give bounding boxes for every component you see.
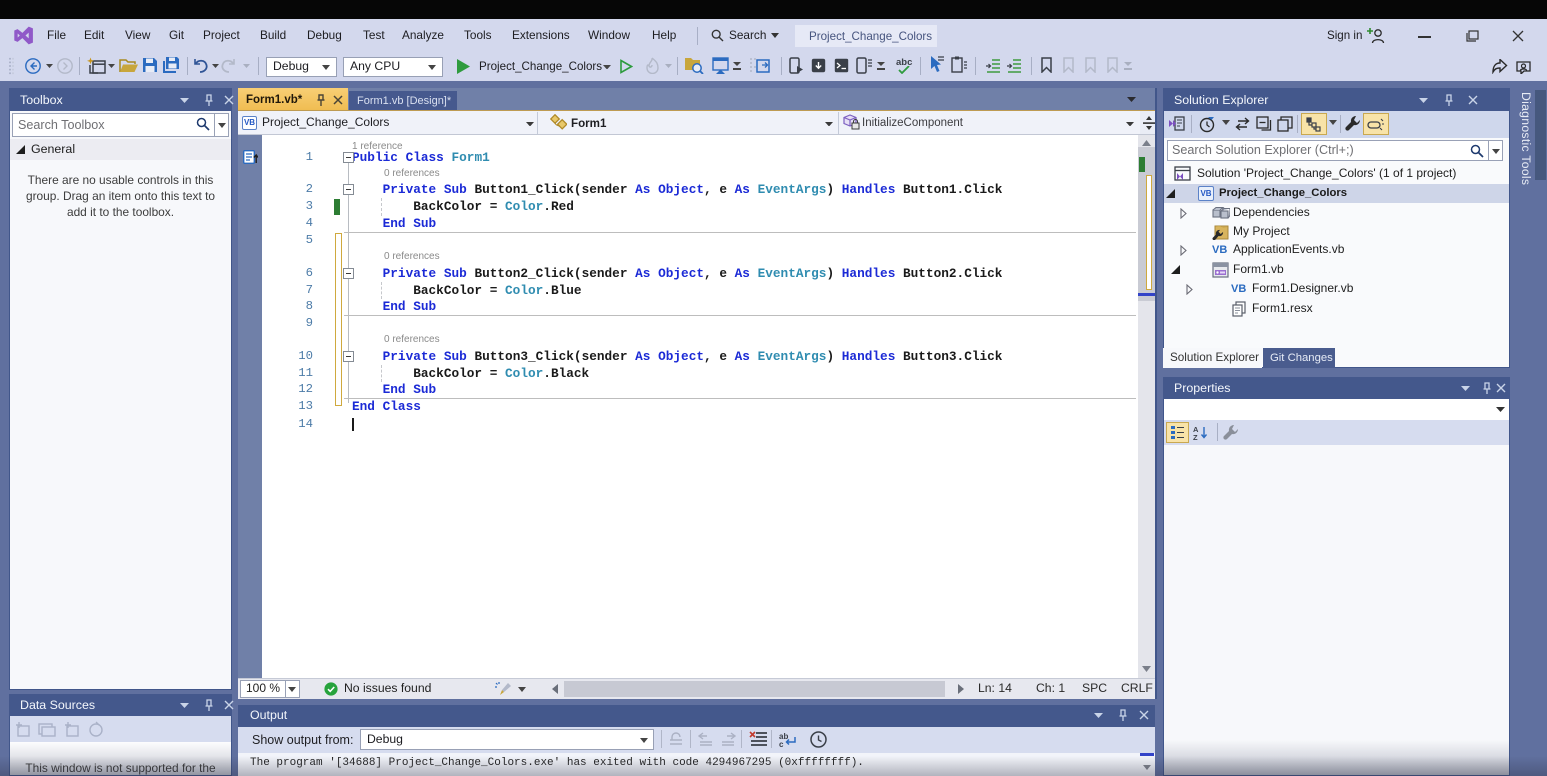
svg-text:c: c bbox=[779, 740, 784, 748]
svg-text:Z: Z bbox=[1193, 433, 1198, 440]
